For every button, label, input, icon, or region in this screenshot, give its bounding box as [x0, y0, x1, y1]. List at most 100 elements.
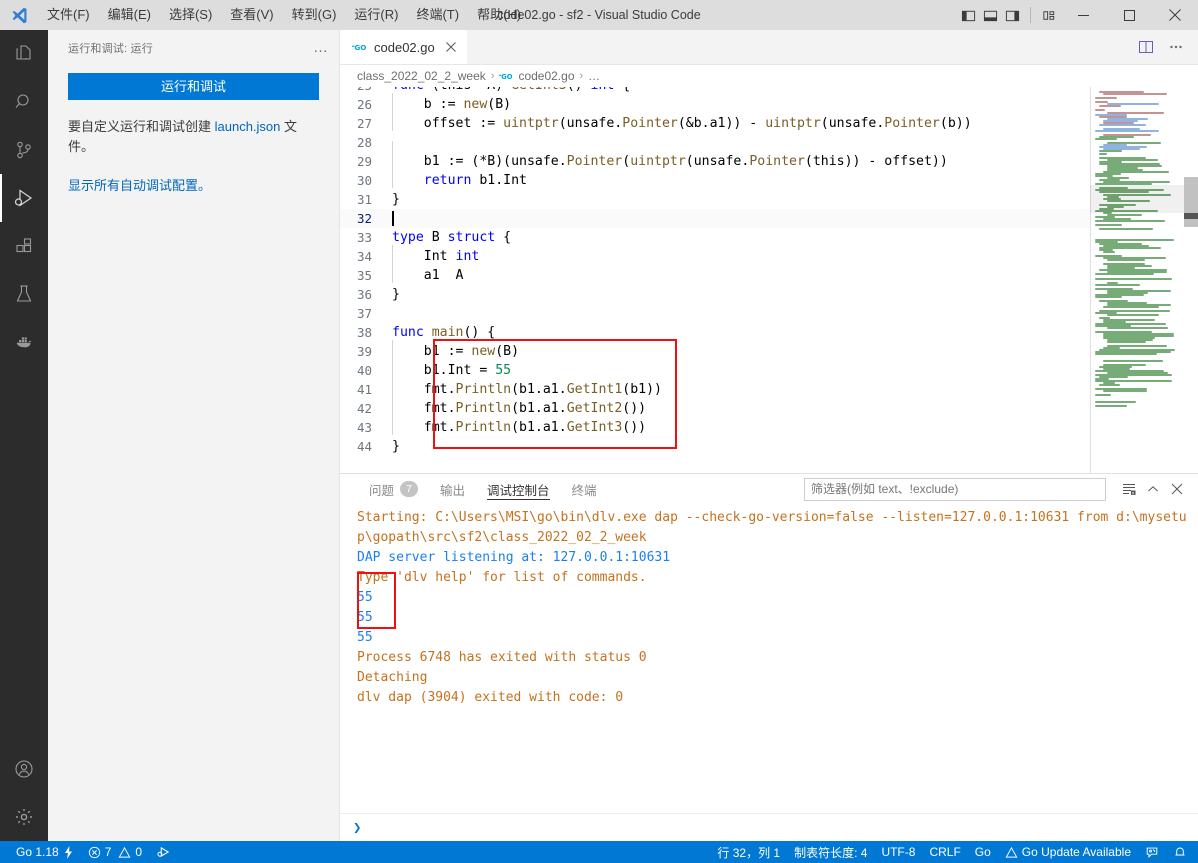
menu-run[interactable]: 运行(R)	[345, 0, 407, 30]
minimap-slider[interactable]	[1090, 185, 1198, 213]
clear-all-icon[interactable]: x	[1118, 478, 1140, 500]
activity-settings[interactable]	[0, 793, 48, 841]
launch-json-link[interactable]: launch.json	[215, 119, 281, 134]
split-editor-icon[interactable]	[1132, 30, 1160, 65]
activity-run-and-debug[interactable]	[0, 174, 48, 222]
code-line[interactable]: 32	[340, 209, 1090, 228]
activity-testing[interactable]	[0, 270, 48, 318]
code-line[interactable]: 28	[340, 133, 1090, 160]
toggle-panel-icon[interactable]	[979, 0, 1001, 30]
show-all-automatic-debug-configs-link[interactable]: 显示所有自动调试配置。	[68, 175, 319, 194]
menu-file[interactable]: 文件(F)	[38, 0, 99, 30]
menu-help[interactable]: 帮助(H)	[468, 0, 530, 30]
code-line-content: }	[392, 439, 400, 454]
code-line[interactable]: 35 a1 A	[340, 264, 1090, 285]
code-line[interactable]: 39 b1 := new(B)	[340, 340, 1090, 361]
code-line[interactable]: 33 type B struct {	[340, 228, 1090, 247]
status-cursor-position[interactable]: 行 32，列 1	[710, 841, 787, 863]
code-viewport[interactable]: 25func (this *A) GetInt3() int {26 b := …	[340, 87, 1090, 473]
sidebar-header: 运行和调试: 运行 …	[48, 30, 339, 65]
indent-guide	[392, 150, 393, 169]
activity-search[interactable]	[0, 78, 48, 126]
status-go-update[interactable]: Go Update Available	[998, 841, 1138, 863]
files-icon	[12, 42, 36, 66]
editor-tab-code02-go[interactable]: GO code02.go	[340, 30, 468, 64]
minimap-line	[1103, 390, 1148, 393]
activity-explorer[interactable]	[0, 30, 48, 78]
line-number: 31	[356, 192, 372, 207]
activity-extensions[interactable]	[0, 222, 48, 270]
status-go-version[interactable]: Go 1.18	[9, 841, 81, 863]
console-line: p\gopath\src\sf2\class_2022_02_2_week	[357, 530, 647, 545]
status-language-mode[interactable]: Go	[968, 841, 998, 863]
menu-selection[interactable]: 选择(S)	[160, 0, 221, 30]
status-feedback[interactable]	[1138, 841, 1166, 863]
activity-accounts[interactable]	[0, 745, 48, 793]
code-line[interactable]: 38 func main() {	[340, 323, 1090, 342]
breadcrumb-item-folder[interactable]: class_2022_02_2_week	[357, 69, 486, 83]
code-line[interactable]: 31}	[340, 190, 1090, 209]
code-line[interactable]: 36}	[340, 285, 1090, 304]
breadcrumb-item-symbol[interactable]: …	[588, 69, 600, 83]
minimap-line	[1095, 224, 1122, 227]
menu-edit[interactable]: 编辑(E)	[99, 0, 160, 30]
tab-terminal[interactable]: 终端	[561, 474, 608, 504]
code-line[interactable]: 29 b1 := (*B)(unsafe.Pointer(uintptr(uns…	[340, 150, 1090, 171]
debug-console-input-row[interactable]: ❯	[340, 813, 1198, 841]
console-line: Detaching	[357, 670, 428, 685]
status-notifications[interactable]	[1166, 841, 1194, 863]
code-line[interactable]: 27 offset := uintptr(unsafe.Pointer(&b.a…	[340, 112, 1090, 133]
source-control-icon	[12, 138, 36, 162]
run-and-debug-button[interactable]: 运行和调试	[68, 73, 319, 100]
console-line: 55	[357, 610, 373, 625]
code-line[interactable]: 42 fmt.Println(b1.a1.GetInt2())	[340, 397, 1090, 418]
code-line[interactable]: 44}	[340, 437, 1090, 456]
close-icon[interactable]	[445, 41, 457, 53]
tab-problems[interactable]: 问题 7	[358, 474, 429, 504]
menu-go[interactable]: 转到(G)	[283, 0, 346, 30]
status-debug-launch[interactable]	[149, 841, 178, 863]
minimize-icon[interactable]	[1060, 0, 1106, 30]
status-encoding[interactable]: UTF-8	[874, 841, 922, 863]
filter-input-wrapper[interactable]	[804, 477, 1106, 501]
code-line[interactable]: 25func (this *A) GetInt3() int {	[340, 87, 1090, 95]
editor-scrollbar[interactable]	[1184, 177, 1198, 227]
close-icon[interactable]	[1152, 0, 1198, 30]
breadcrumb-item-file[interactable]: GO code02.go	[499, 69, 575, 83]
code-line[interactable]: 43 fmt.Println(b1.a1.GetInt3())	[340, 416, 1090, 437]
close-icon[interactable]	[1166, 478, 1188, 500]
maximize-icon[interactable]	[1106, 0, 1152, 30]
customize-layout-icon[interactable]	[1038, 0, 1060, 30]
tab-output[interactable]: 输出	[429, 474, 476, 504]
sidebar-title: 运行和调试: 运行	[68, 42, 153, 55]
code-line[interactable]: 30 return b1.Int	[340, 169, 1090, 190]
status-problems[interactable]: 7 0	[81, 841, 149, 863]
minimap-line	[1107, 259, 1146, 262]
minimap-line	[1103, 306, 1159, 309]
status-eol[interactable]: CRLF	[922, 841, 967, 863]
ellipsis-icon[interactable]	[1162, 30, 1190, 65]
tab-debug-console[interactable]: 调试控制台	[476, 474, 561, 504]
activity-docker[interactable]	[0, 318, 48, 366]
code-line[interactable]: 34 Int int	[340, 245, 1090, 266]
status-indentation[interactable]: 制表符长度: 4	[787, 841, 874, 863]
line-number: 38	[356, 325, 372, 340]
filter-input[interactable]	[811, 482, 1099, 496]
editor-scrollbar-thumb[interactable]	[1184, 213, 1198, 219]
minimap[interactable]	[1090, 87, 1198, 473]
sidebar-more-actions-icon[interactable]: …	[313, 39, 329, 56]
activity-source-control[interactable]	[0, 126, 48, 174]
menu-terminal[interactable]: 终端(T)	[407, 0, 468, 30]
toggle-secondary-sidebar-icon[interactable]	[1001, 0, 1023, 30]
minimap-line	[1107, 341, 1146, 344]
code-line[interactable]: 40 b1.Int = 55	[340, 359, 1090, 380]
code-line[interactable]: 41 fmt.Println(b1.a1.GetInt1(b1))	[340, 378, 1090, 399]
toggle-primary-sidebar-icon[interactable]	[957, 0, 979, 30]
code-line[interactable]: 26 b := new(B)	[340, 93, 1090, 114]
debug-console-output[interactable]: Starting: C:\Users\MSI\go\bin\dlv.exe da…	[340, 504, 1198, 813]
menu-view[interactable]: 查看(V)	[221, 0, 282, 30]
code-line[interactable]: 37	[340, 304, 1090, 323]
code-editor[interactable]: 25func (this *A) GetInt3() int {26 b := …	[340, 87, 1198, 473]
chevron-up-icon[interactable]	[1142, 478, 1164, 500]
status-go-update-label: Go Update Available	[1021, 845, 1131, 859]
